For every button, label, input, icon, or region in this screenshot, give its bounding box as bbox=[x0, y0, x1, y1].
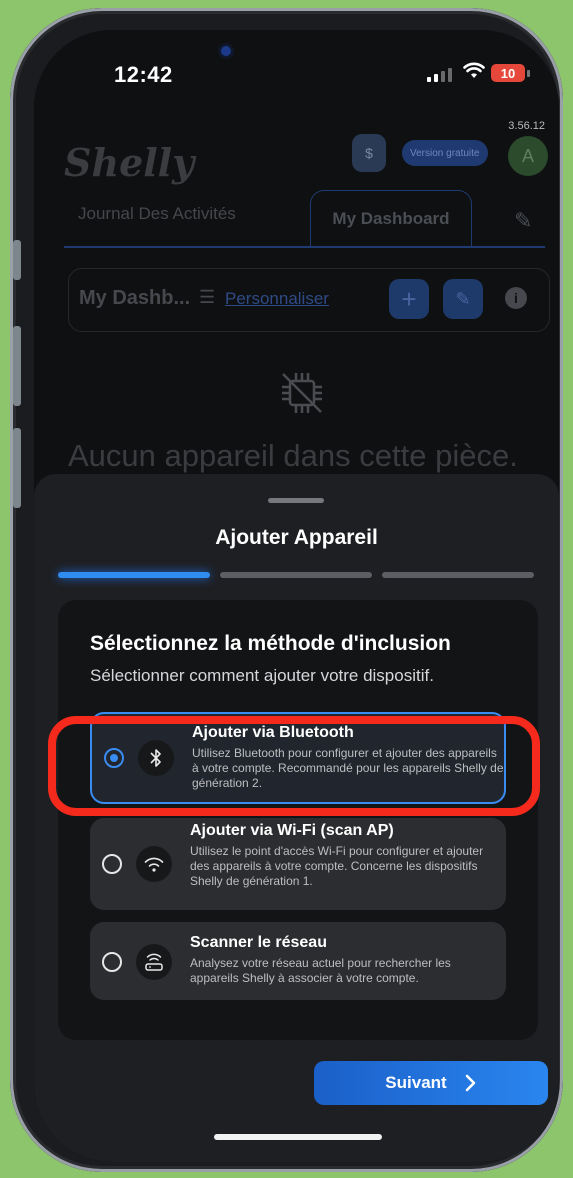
status-bar: 12:42 10 bbox=[34, 30, 559, 116]
inclusion-heading: Sélectionnez la méthode d'inclusion bbox=[90, 632, 451, 655]
highlight-annotation bbox=[48, 716, 540, 816]
store-icon[interactable]: $ bbox=[352, 134, 386, 172]
dashboard-header: My Dashb... ☰ Personnaliser + ✎ i bbox=[68, 268, 550, 332]
screen: 12:42 10 3.56.12 Shelly $ Version gratui… bbox=[34, 30, 559, 1162]
add-device-sheet: Ajouter Appareil Sélectionnez la méthode… bbox=[34, 474, 559, 1162]
shelly-logo: Shelly bbox=[64, 140, 195, 185]
edit-tabs-icon[interactable]: ✎ bbox=[514, 208, 532, 234]
tab-activity-log[interactable]: Journal Des Activités bbox=[78, 204, 236, 224]
step-progress bbox=[58, 572, 534, 578]
option-wifi[interactable]: Ajouter via Wi-Fi (scan AP) Utilisez le … bbox=[90, 818, 506, 910]
option-wifi-title: Ajouter via Wi-Fi (scan AP) bbox=[190, 822, 394, 839]
app-version: 3.56.12 bbox=[508, 120, 545, 132]
router-icon bbox=[136, 944, 172, 980]
signal-icon bbox=[427, 68, 452, 82]
phone-frame: 12:42 10 3.56.12 Shelly $ Version gratui… bbox=[10, 8, 563, 1172]
option-scan-desc: Analysez votre réseau actuel pour recher… bbox=[190, 956, 451, 985]
progress-step-3 bbox=[382, 572, 534, 578]
mute-switch bbox=[13, 240, 21, 280]
avatar[interactable]: A bbox=[508, 136, 548, 176]
camera-icon bbox=[221, 46, 231, 56]
sliders-icon: ☰ bbox=[199, 287, 216, 307]
option-scan-network[interactable]: Scanner le réseau Analysez votre réseau … bbox=[90, 922, 506, 1000]
wifi-status-icon bbox=[463, 62, 485, 78]
inclusion-subheading: Sélectionner comment ajouter votre dispo… bbox=[90, 666, 434, 685]
battery-indicator: 10 bbox=[491, 64, 525, 82]
empty-room-message: Aucun appareil dans cette pièce. bbox=[68, 438, 518, 473]
customize-link[interactable]: Personnaliser bbox=[225, 289, 329, 309]
option-wifi-desc: Utilisez le point d'accès Wi-Fi pour con… bbox=[190, 844, 484, 888]
sheet-title: Ajouter Appareil bbox=[215, 526, 378, 549]
free-version-badge[interactable]: Version gratuite bbox=[402, 140, 488, 166]
sheet-handle[interactable] bbox=[268, 498, 324, 503]
progress-step-2 bbox=[220, 572, 372, 578]
wifi-icon bbox=[136, 846, 172, 882]
radio-scan-network[interactable] bbox=[102, 952, 122, 972]
status-time: 12:42 bbox=[114, 62, 173, 87]
tab-bar: Journal Des Activités My Dashboard bbox=[64, 190, 545, 248]
inclusion-method-card: Sélectionnez la méthode d'inclusion Séle… bbox=[58, 600, 538, 1040]
tab-my-dashboard[interactable]: My Dashboard bbox=[310, 190, 472, 247]
dashboard-title: My Dashb... bbox=[79, 287, 191, 309]
option-scan-title: Scanner le réseau bbox=[190, 934, 327, 951]
volume-down-button bbox=[13, 428, 21, 508]
radio-wifi[interactable] bbox=[102, 854, 122, 874]
next-button-label: Suivant bbox=[385, 1073, 447, 1092]
home-indicator[interactable] bbox=[214, 1134, 382, 1140]
volume-up-button bbox=[13, 326, 21, 406]
chevron-right-icon bbox=[465, 1074, 476, 1092]
edit-button[interactable]: ✎ bbox=[443, 279, 483, 319]
add-button[interactable]: + bbox=[389, 279, 429, 319]
next-button[interactable]: Suivant bbox=[314, 1061, 548, 1105]
battery-tip bbox=[527, 70, 530, 77]
progress-step-1 bbox=[58, 572, 210, 578]
info-icon[interactable]: i bbox=[505, 287, 527, 309]
no-device-icon bbox=[282, 373, 322, 413]
